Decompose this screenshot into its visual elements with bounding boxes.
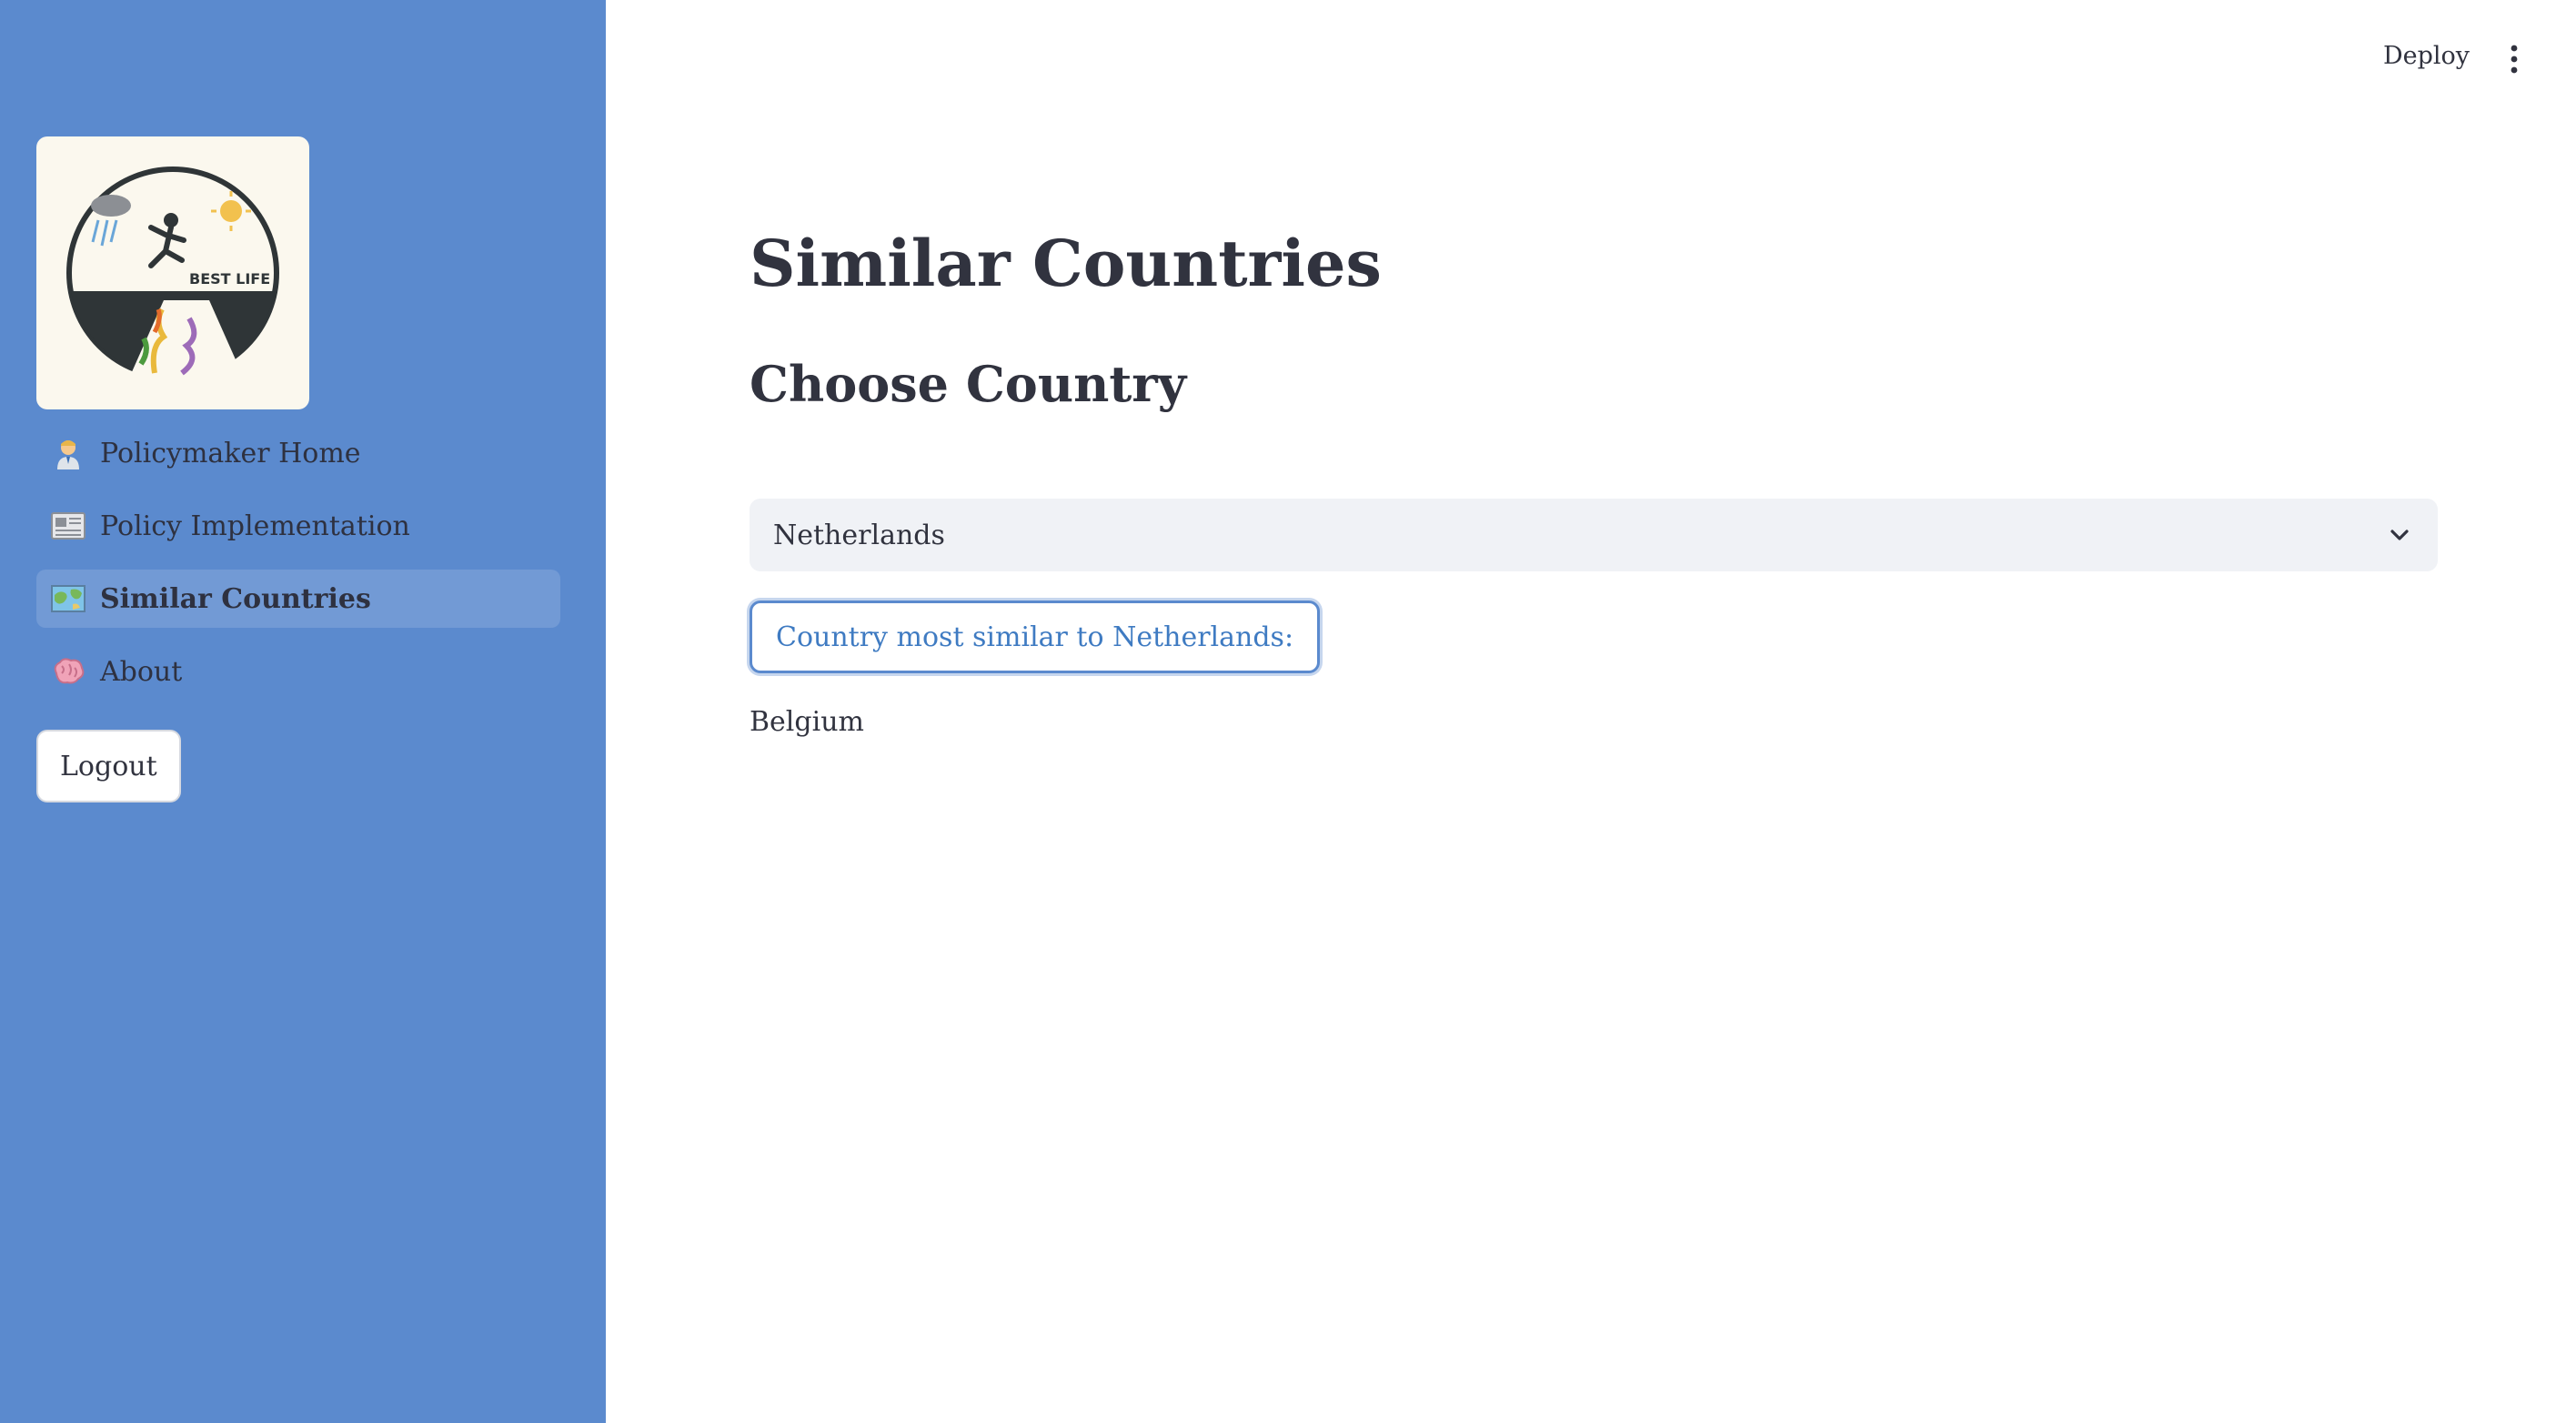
similar-country-button[interactable]: Country most similar to Netherlands: xyxy=(750,600,1321,673)
similar-country-result: Belgium xyxy=(750,706,864,738)
map-emoji-icon xyxy=(49,580,87,618)
brain-emoji-icon xyxy=(49,652,87,691)
policymaker-emoji-icon xyxy=(49,434,87,472)
sidebar-nav: Policymaker Home Policy Implementation S… xyxy=(36,424,560,715)
deploy-button[interactable]: Deploy xyxy=(2383,42,2470,70)
sidebar-item-label: Similar Countries xyxy=(100,582,371,615)
section-title: Choose Country xyxy=(750,355,1187,413)
sidebar-item-label: Policymaker Home xyxy=(100,437,361,469)
logout-button[interactable]: Logout xyxy=(36,730,181,802)
kebab-menu-icon[interactable] xyxy=(2503,44,2525,75)
newspaper-emoji-icon xyxy=(49,507,87,545)
best-life-logo: BEST LIFE xyxy=(66,167,279,382)
sidebar-item-about[interactable]: About xyxy=(36,642,560,701)
app: BEST LIFE Policymaker Home Policy Implem… xyxy=(0,0,2576,1423)
sidebar-item-similar-countries[interactable]: Similar Countries xyxy=(36,570,560,628)
logo-text: BEST LIFE xyxy=(189,270,270,288)
sidebar-item-label: About xyxy=(100,655,183,688)
sidebar-item-policymaker-home[interactable]: Policymaker Home xyxy=(36,424,560,482)
chevron-down-icon xyxy=(2390,530,2409,540)
country-select-value: Netherlands xyxy=(773,519,945,551)
country-select[interactable]: Netherlands xyxy=(750,499,2438,571)
logo: BEST LIFE xyxy=(36,136,309,409)
page-title: Similar Countries xyxy=(750,226,1382,301)
sidebar-item-policy-implementation[interactable]: Policy Implementation xyxy=(36,497,560,555)
sidebar: BEST LIFE Policymaker Home Policy Implem… xyxy=(0,0,606,1423)
sidebar-item-label: Policy Implementation xyxy=(100,510,410,542)
